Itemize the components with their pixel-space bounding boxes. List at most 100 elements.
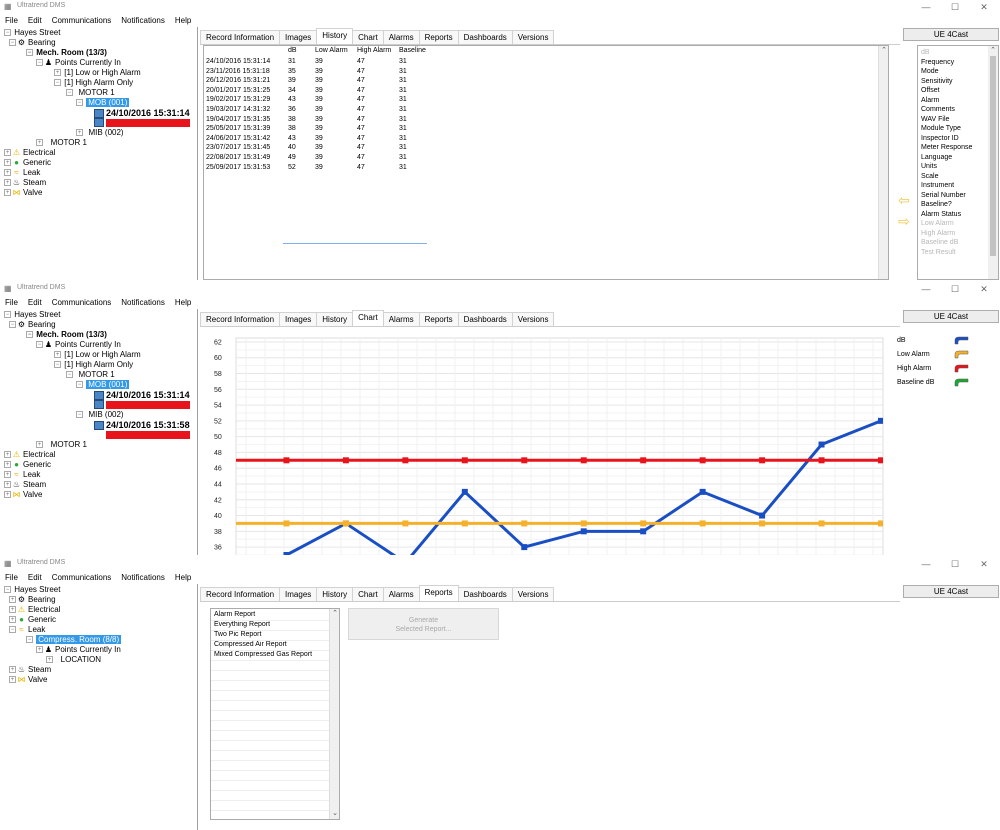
ue-4cast-button[interactable]: UE 4Cast (903, 585, 999, 598)
expand-icon[interactable]: + (4, 159, 11, 167)
report-item[interactable]: Alarm Report (214, 610, 255, 620)
tree-item-motor-2[interactable]: + MOTOR 1 (36, 440, 87, 450)
collapse-icon[interactable]: − (66, 371, 73, 379)
field-item[interactable]: Sensitivity (921, 77, 953, 86)
tab-record-information[interactable]: Record Information (200, 312, 281, 326)
minimize-button[interactable]: — (912, 282, 940, 296)
tab-dashboards[interactable]: Dashboards (457, 587, 513, 601)
field-item[interactable]: Frequency (921, 58, 954, 67)
menu-help[interactable]: Help (170, 571, 196, 584)
field-list[interactable]: dB Frequency Mode Sensitivity Offset Alarm Com… (917, 45, 999, 280)
collapse-icon[interactable]: − (76, 99, 83, 107)
tree-item-bearing[interactable]: + ⚙ Bearing (9, 595, 56, 605)
expand-icon[interactable]: + (9, 616, 16, 624)
tree-item-high-only[interactable]: − [1] High Alarm Only (54, 360, 133, 370)
tab-alarms[interactable]: Alarms (382, 312, 420, 326)
tree-item-mob[interactable]: − MOB (001) (76, 98, 130, 108)
tree-item-mob-record[interactable]: 24/10/2016 15:31:14 (94, 390, 190, 401)
tree-item-steam[interactable]: + ♨ Steam (4, 480, 46, 490)
collapse-icon[interactable]: − (26, 636, 33, 644)
collapse-icon[interactable]: − (54, 79, 61, 87)
collapse-icon[interactable]: − (4, 29, 11, 37)
field-item[interactable]: Scale (921, 172, 939, 181)
menu-file[interactable]: File (0, 14, 23, 27)
collapse-icon[interactable]: − (9, 39, 16, 47)
tree-item-electrical[interactable]: + ⚠ Electrical (4, 148, 55, 158)
collapse-icon[interactable]: − (66, 89, 73, 97)
tree-item-site[interactable]: − Hayes Street (4, 28, 60, 38)
expand-icon[interactable]: + (4, 491, 11, 499)
legend-swatch-icon[interactable] (954, 335, 970, 345)
tab-chart[interactable]: Chart (352, 587, 384, 601)
tree-item-location[interactable]: + LOCATION (46, 655, 101, 665)
tree-item-points[interactable]: + ♟ Points Currently In (36, 645, 121, 655)
field-item[interactable]: Inspector ID (921, 134, 959, 143)
tree-item-valve[interactable]: + ⋈ Valve (4, 490, 42, 500)
tree-item-site[interactable]: − Hayes Street (4, 585, 60, 595)
menu-edit[interactable]: Edit (23, 571, 47, 584)
tree-item-alarm-record[interactable] (94, 400, 190, 410)
tree-item-valve[interactable]: + ⋈ Valve (4, 188, 42, 198)
tree-item-generic[interactable]: + ● Generic (4, 158, 51, 168)
generate-report-button[interactable]: Generate Selected Report... (348, 608, 499, 640)
minimize-button[interactable]: — (912, 0, 940, 14)
tree-item-bearing[interactable]: − ⚙ Bearing (9, 38, 56, 48)
tree-item-points[interactable]: − ♟ Points Currently In (36, 58, 121, 68)
field-item[interactable]: Alarm Status (921, 210, 961, 219)
tree-item-generic[interactable]: + ● Generic (4, 460, 51, 470)
menu-notifications[interactable]: Notifications (116, 571, 170, 584)
column-header-baseline[interactable]: Baseline (399, 47, 426, 54)
expand-icon[interactable]: + (4, 179, 11, 187)
chart-area[interactable]: 36 38 40 42 44 46 48 50 52 54 56 58 60 62 dB Low Alarm… (203, 327, 1000, 555)
field-item[interactable]: Low Alarm (921, 219, 954, 228)
report-item[interactable]: Compressed Air Report (214, 640, 287, 650)
expand-icon[interactable]: + (9, 606, 16, 614)
tab-reports[interactable]: Reports (418, 312, 459, 326)
move-left-arrow-icon[interactable]: ⇦ (896, 193, 912, 207)
tree-item-mob-record[interactable]: 24/10/2016 15:31:14 (94, 108, 190, 119)
field-item[interactable]: Test Result (921, 248, 956, 257)
history-scrollbar[interactable]: ⌃ (878, 46, 888, 279)
tree-item-points[interactable]: − ♟ Points Currently In (36, 340, 121, 350)
maximize-button[interactable]: ☐ (941, 0, 969, 14)
tree-item-bearing[interactable]: − ⚙ Bearing (9, 320, 56, 330)
tree-item-electrical[interactable]: + ⚠ Electrical (9, 605, 60, 615)
tree-item-leak[interactable]: + ≈ Leak (4, 470, 40, 480)
legend-swatch-icon[interactable] (954, 377, 970, 387)
scroll-up-icon[interactable]: ⌃ (330, 609, 340, 619)
menu-file[interactable]: File (0, 296, 23, 309)
expand-icon[interactable]: + (4, 169, 11, 177)
menu-edit[interactable]: Edit (23, 296, 47, 309)
tab-images[interactable]: Images (279, 587, 318, 601)
expand-icon[interactable]: + (76, 129, 83, 137)
collapse-icon[interactable]: − (36, 59, 43, 67)
tab-history[interactable]: History (316, 312, 354, 326)
tree-item-mib-record[interactable]: 24/10/2016 15:31:58 (94, 420, 190, 431)
field-list-scrollbar[interactable]: ⌃ (988, 46, 998, 279)
expand-icon[interactable]: + (4, 461, 11, 469)
collapse-icon[interactable]: − (4, 311, 11, 319)
menu-notifications[interactable]: Notifications (116, 14, 170, 27)
expand-icon[interactable]: + (46, 656, 53, 664)
expand-icon[interactable]: + (4, 471, 11, 479)
tree-item-low-high[interactable]: + [1] Low or High Alarm (54, 350, 141, 360)
ue-4cast-button[interactable]: UE 4Cast (903, 310, 999, 323)
expand-icon[interactable]: + (9, 666, 16, 674)
tree-item-alarm-record[interactable] (94, 118, 190, 128)
tab-chart[interactable]: Chart (352, 30, 384, 44)
expand-icon[interactable]: + (9, 676, 16, 684)
report-list-scrollbar[interactable]: ⌃ ⌄ (329, 609, 339, 819)
tree-item-steam[interactable]: + ♨ Steam (9, 665, 51, 675)
tab-chart[interactable]: Chart (352, 310, 384, 326)
scroll-thumb[interactable] (990, 56, 996, 256)
field-item[interactable]: Comments (921, 105, 955, 114)
field-item[interactable]: Serial Number (921, 191, 966, 200)
tab-reports[interactable]: Reports (418, 585, 459, 601)
report-item[interactable]: Mixed Compressed Gas Report (214, 650, 312, 660)
tree-item-valve[interactable]: + ⋈ Valve (9, 675, 47, 685)
tree-item-mib-alarm-record[interactable] (94, 430, 190, 440)
collapse-icon[interactable]: − (76, 381, 83, 389)
menu-communications[interactable]: Communications (47, 14, 117, 27)
field-item[interactable]: Alarm (921, 96, 939, 105)
field-item[interactable]: WAV File (921, 115, 949, 124)
